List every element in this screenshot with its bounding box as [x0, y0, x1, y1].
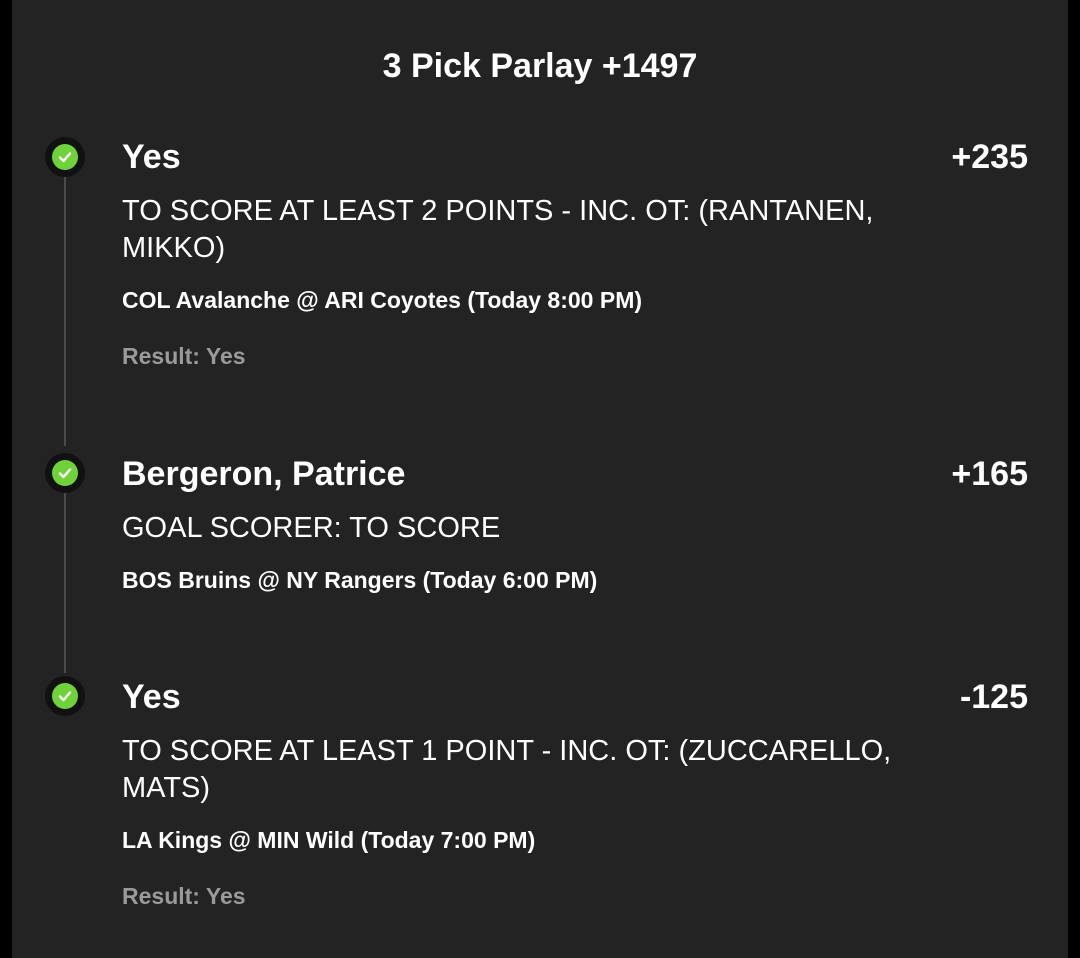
- timeline-line: [64, 493, 66, 673]
- leg-market: TO SCORE AT LEAST 1 POINT - INC. OT: (ZU…: [122, 735, 892, 804]
- leg-selection: Yes: [122, 138, 181, 176]
- leg-selection: Bergeron, Patrice: [122, 455, 406, 493]
- leg-odds: +235: [951, 138, 1028, 176]
- check-circle-icon: [45, 453, 85, 493]
- check-circle-icon: [45, 676, 85, 716]
- leg-market: TO SCORE AT LEAST 2 POINTS - INC. OT: (R…: [122, 195, 874, 264]
- leg-result: Result: Yes: [122, 883, 246, 909]
- parlay-leg: Yes +235 TO SCORE AT LEAST 2 POINTS - IN…: [122, 135, 1028, 371]
- leg-event: LA Kings @ MIN Wild (Today 7:00 PM): [122, 827, 536, 853]
- parlay-leg: Bergeron, Patrice +165 GOAL SCORER: TO S…: [122, 452, 1028, 595]
- timeline-line: [64, 176, 66, 446]
- leg-market: GOAL SCORER: TO SCORE: [122, 512, 501, 544]
- leg-event: BOS Bruins @ NY Rangers (Today 6:00 PM): [122, 567, 598, 593]
- parlay-title: 3 Pick Parlay +1497: [382, 47, 698, 85]
- leg-result: Result: Yes: [122, 343, 246, 369]
- leg-odds: -125: [959, 678, 1028, 716]
- leg-odds: +165: [951, 455, 1028, 493]
- leg-event: COL Avalanche @ ARI Coyotes (Today 8:00 …: [122, 287, 643, 313]
- leg-selection: Yes: [122, 678, 181, 716]
- parlay-leg: Yes -125 TO SCORE AT LEAST 1 POINT - INC…: [122, 675, 1028, 911]
- check-circle-icon: [45, 137, 85, 177]
